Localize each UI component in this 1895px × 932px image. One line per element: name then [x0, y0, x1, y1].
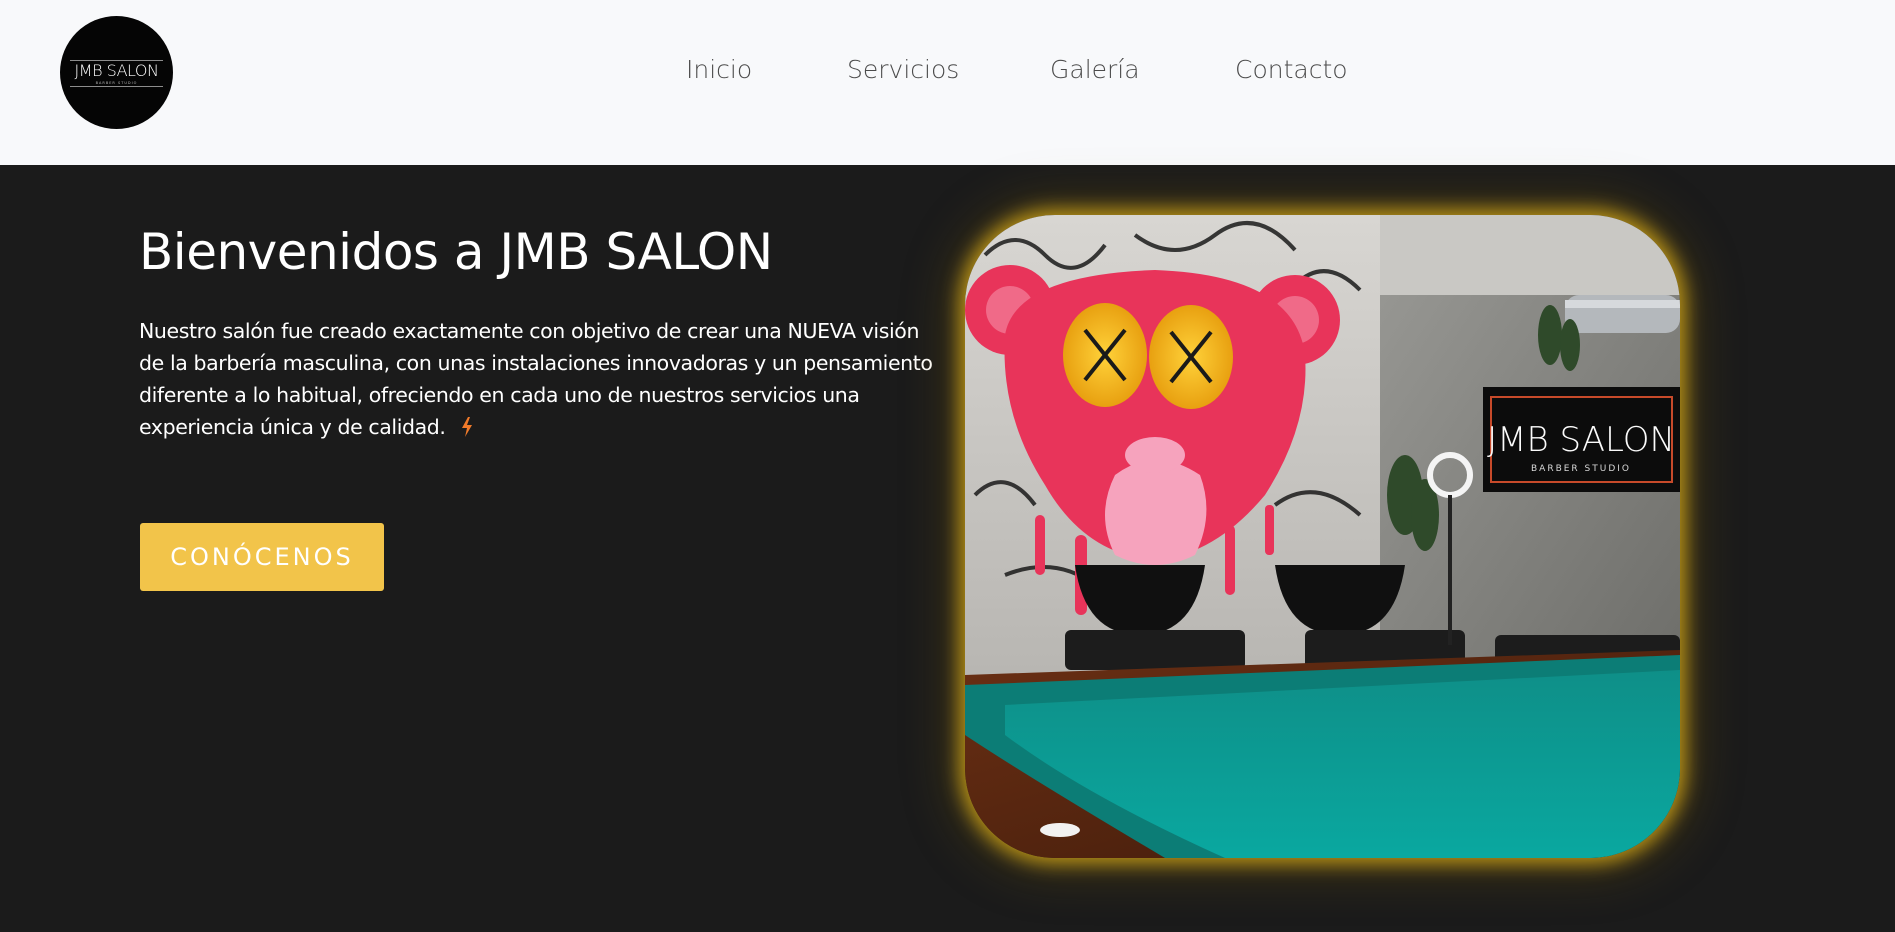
main-nav: Inicio Servicios Galería Contacto	[0, 0, 1895, 145]
nav-link-inicio[interactable]: Inicio	[686, 55, 752, 84]
neon-sign-subtext: BARBER STUDIO	[1531, 464, 1631, 474]
hero-description-text: Nuestro salón fue creado exactamente con…	[139, 319, 933, 439]
site-header: JMB SALON BARBER STUDIO Inicio Servicios…	[0, 0, 1895, 165]
lightning-bolt-icon	[461, 417, 472, 437]
hero-description: Nuestro salón fue creado exactamente con…	[139, 315, 939, 443]
nav-link-servicios[interactable]: Servicios	[847, 55, 959, 84]
conocenos-button[interactable]: CONÓCENOS	[140, 523, 384, 591]
nav-link-contacto[interactable]: Contacto	[1235, 55, 1348, 84]
nav-link-galeria[interactable]: Galería	[1050, 55, 1140, 84]
hero-section: Bienvenidos a JMB SALON Nuestro salón fu…	[0, 165, 1895, 932]
salon-interior-image: JMB SALON BARBER STUDIO	[965, 215, 1680, 858]
salon-interior-illustration: JMB SALON BARBER STUDIO	[965, 215, 1680, 858]
neon-sign-text: JMB SALON	[1487, 420, 1675, 460]
hero-title: Bienvenidos a JMB SALON	[139, 223, 773, 281]
